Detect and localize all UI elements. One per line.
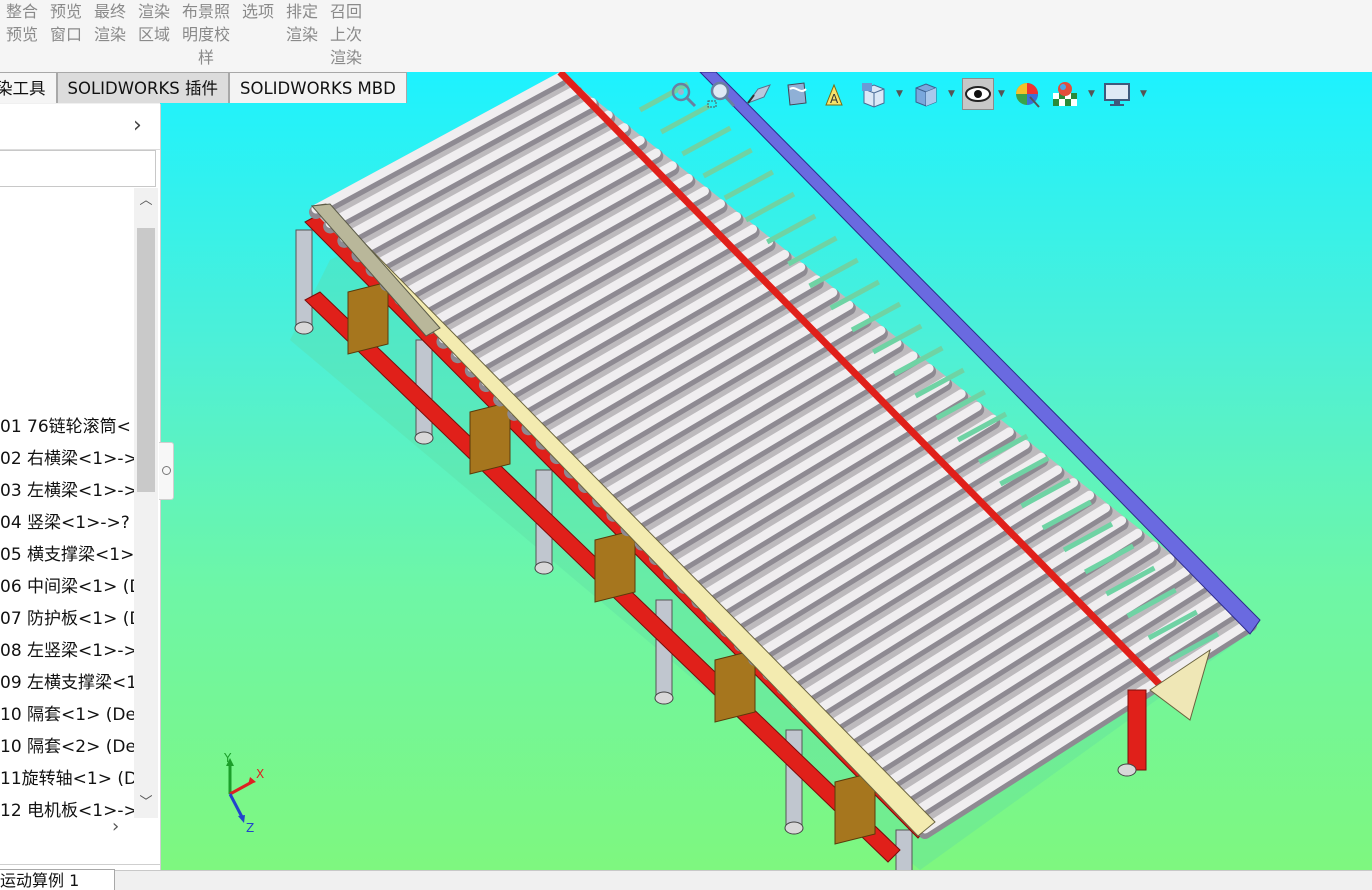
end-leg [1127,689,1147,771]
view-settings-icon[interactable] [1102,79,1132,109]
tree-item[interactable]: 11旋转轴<1> (D [0,763,135,795]
tab-solidworks-mbd[interactable]: SOLIDWORKS MBD [229,72,407,103]
feature-manager-panel: › 01 76链轮滚筒< 02 右横梁<1>-> 03 左横梁<1>-> 04 … [0,104,161,870]
leg-foot [784,821,804,835]
tree-item[interactable]: 03 左横梁<1>-> [0,475,135,507]
command-label: 渲染 [285,25,318,44]
leg-foot [294,321,314,335]
accent-roller [744,191,796,223]
leg-foot [654,691,674,705]
feature-tree: 01 76链轮滚筒< 02 右横梁<1>-> 03 左横梁<1>-> 04 竖梁… [0,411,135,821]
final-render-button[interactable]: 最终 渲染 [92,0,128,46]
command-label: 选项 [241,2,274,21]
tree-item[interactable]: 06 中间梁<1> (D [0,571,135,603]
command-label: 召回 [329,2,362,21]
graphics-viewport[interactable]: A ▼ ▼ ▼ ▼ ▼ Y X Z [160,72,1372,870]
panel-splitter-handle[interactable] [159,442,174,500]
tree-item[interactable]: 10 隔套<2> (De [0,731,135,763]
preview-window-button[interactable]: 预览 窗口 [48,0,84,46]
svg-text:A: A [830,92,839,106]
command-label: 明度校 [181,25,230,44]
conveyor-model[interactable] [160,72,1372,870]
options-button[interactable]: 选项 [240,0,276,23]
triad-x-label: X [256,767,264,781]
divider [0,864,160,865]
command-label: 渲染 [329,48,362,67]
panel-header: › [0,104,160,150]
scene-illumination-proofing-button[interactable]: 布景照 明度校 样 [180,0,232,69]
display-style-icon[interactable] [910,79,940,109]
section-view-icon[interactable] [782,79,812,109]
integrated-preview-button[interactable]: 整合 预览 [4,0,40,46]
edit-appearance-icon[interactable] [1012,79,1042,109]
dynamic-annotation-icon[interactable]: A [820,79,850,109]
accent-roller [766,213,817,245]
schedule-render-button[interactable]: 排定 渲染 [284,0,320,46]
scrollbar-thumb[interactable] [137,228,155,492]
command-manager-tabs: 染工具 SOLIDWORKS 插件 SOLIDWORKS MBD [0,72,407,104]
tree-item[interactable]: 02 右横梁<1>-> [0,443,135,475]
filter-input[interactable] [0,150,156,187]
command-label: 上次 [329,25,362,44]
tab-motion-study[interactable]: 运动算例 1 [0,869,115,890]
command-label: 窗口 [49,25,82,44]
accent-roller [723,169,774,201]
tree-item[interactable]: 08 左竖梁<1>-> [0,635,135,667]
leg-foot [1117,763,1137,777]
chevron-down-icon[interactable]: ▼ [1140,79,1148,109]
tree-item[interactable]: 04 竖梁<1>->? [0,507,135,539]
command-label: 整合 [5,2,38,21]
command-label: 渲染 [137,2,170,21]
coordinate-triad: Y X Z [223,752,264,835]
chevron-down-icon[interactable]: ▼ [1088,79,1096,109]
leg-foot [414,431,434,445]
command-label: 样 [197,48,214,67]
accent-roller [787,235,838,267]
tree-item[interactable]: 01 76链轮滚筒< [0,411,135,443]
accent-roller [702,147,753,179]
tab-solidworks-addins[interactable]: SOLIDWORKS 插件 [56,72,230,103]
tree-item[interactable]: 07 防护板<1> (D [0,603,135,635]
vertical-scrollbar[interactable]: ︿ ﹀ [134,188,158,818]
brace-panel [347,281,389,355]
triad-y-label: Y [223,752,232,765]
bottom-tab-bar [0,870,1372,884]
command-label: 区域 [137,25,170,44]
command-label: 最终 [93,2,126,21]
chevron-down-icon[interactable]: ▼ [998,79,1006,109]
grip-icon [162,466,171,475]
command-label: 布景照 [181,2,230,21]
brace-panel [594,529,636,603]
chevron-right-icon[interactable]: › [133,114,151,138]
triad-z-label: Z [246,821,254,835]
chevron-down-icon[interactable]: ▼ [896,79,904,109]
render-region-button[interactable]: 渲染 区域 [136,0,172,46]
recall-last-render-button[interactable]: 召回 上次 渲染 [328,0,364,69]
hide-show-items-icon[interactable] [962,78,994,110]
command-label: 排定 [285,2,318,21]
accent-roller [681,125,732,157]
previous-view-icon[interactable] [744,79,774,109]
chevron-down-icon[interactable]: ﹀ [138,794,154,812]
brace-panel [469,401,511,475]
accent-roller [808,257,859,289]
ribbon: 整合 预览 预览 窗口 最终 渲染 渲染 区域 布景照 明度校 样 选项 排定 … [0,0,1372,73]
tree-item[interactable]: 10 隔套<1> (De [0,699,135,731]
command-label: 渲染 [93,25,126,44]
leg-foot [534,561,554,575]
chevron-right-icon[interactable]: › [112,816,132,838]
command-label: 预览 [49,2,82,21]
support-leg [295,229,313,326]
apply-scene-icon[interactable] [1050,79,1080,109]
zoom-to-area-icon[interactable] [706,79,736,109]
chevron-down-icon[interactable]: ▼ [948,79,956,109]
heads-up-view-toolbar: A ▼ ▼ ▼ ▼ ▼ [668,76,1154,112]
tree-item[interactable]: 05 横支撑梁<1> [0,539,135,571]
zoom-to-fit-icon[interactable] [668,79,698,109]
tab-render-tools[interactable]: 染工具 [0,72,57,103]
tree-item[interactable]: 09 左横支撑梁<1 [0,667,135,699]
chevron-up-icon[interactable]: ︿ [138,192,154,210]
view-orientation-icon[interactable] [858,79,888,109]
command-label: 预览 [5,25,38,44]
